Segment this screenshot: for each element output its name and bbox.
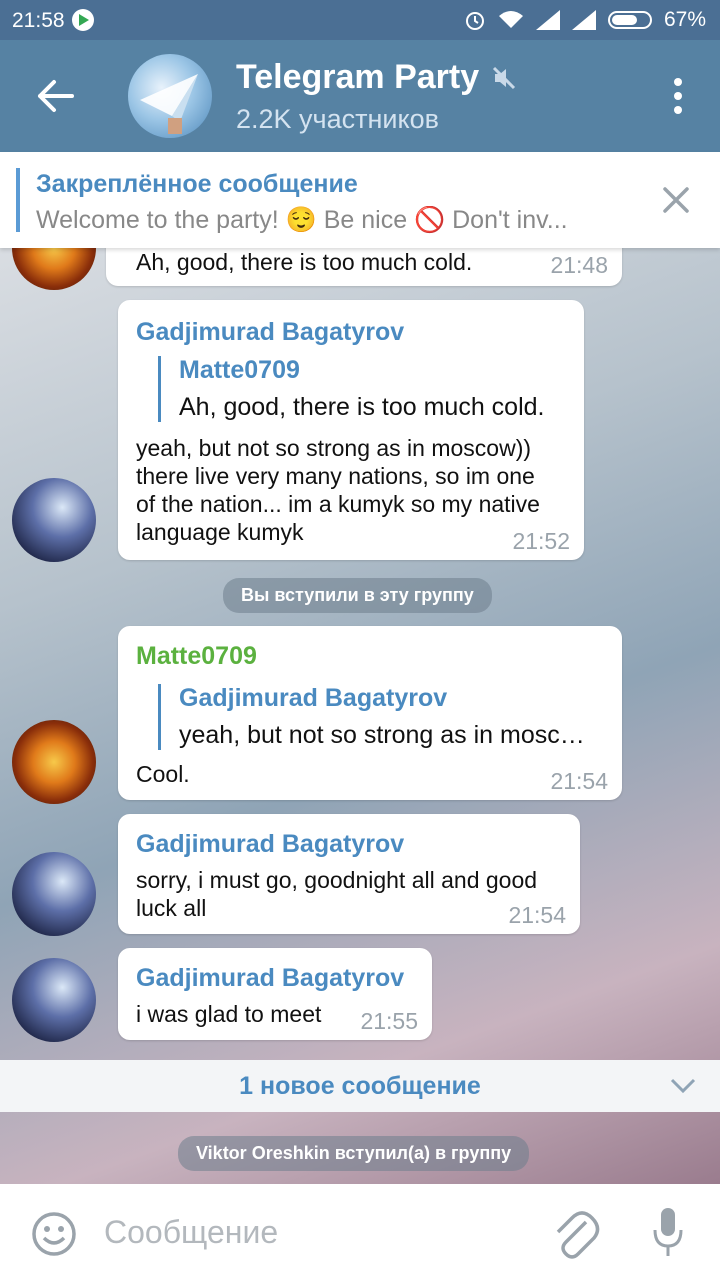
pinned-text: Welcome to the party! 😌 Be nice 🚫 Don't … — [36, 206, 568, 234]
avatar[interactable] — [12, 478, 96, 562]
message-time: 21:54 — [550, 768, 608, 794]
pinned-accent-bar — [16, 168, 20, 232]
chat-area[interactable]: Ah, good, there is too much cold. 21:48 … — [0, 248, 720, 1184]
message-input-bar: Сообщение — [0, 1184, 720, 1280]
chevron-down-icon[interactable] — [670, 1078, 696, 1094]
new-messages-label: 1 новое сообщение — [239, 1072, 481, 1100]
avatar[interactable] — [12, 248, 96, 290]
signal-icon-2 — [571, 10, 596, 30]
wifi-icon — [498, 11, 523, 28]
chat-title[interactable]: Telegram Party — [236, 58, 479, 97]
reply-text: Ah, good, there is too much cold. — [179, 393, 545, 421]
avatar[interactable] — [12, 852, 96, 936]
sender-name: Gadjimurad Bagatyrov — [136, 964, 405, 992]
emoji-icon[interactable] — [30, 1210, 78, 1258]
avatar[interactable] — [12, 720, 96, 804]
mute-icon — [492, 66, 516, 90]
message-bubble[interactable]: Gadjimurad Bagatyrov Matte0709 Ah, good,… — [118, 300, 584, 560]
avatar[interactable] — [12, 958, 96, 1042]
message-bubble[interactable]: Matte0709 Gadjimurad Bagatyrov yeah, but… — [118, 626, 622, 800]
service-message: Viktor Oreshkin вступил(а) в группу — [178, 1136, 530, 1171]
message-time: 21:55 — [360, 1008, 418, 1034]
message-text: Ah, good, there is too much cold. — [136, 249, 473, 275]
message-text: Cool. — [136, 761, 190, 787]
reply-name: Gadjimurad Bagatyrov — [179, 684, 448, 712]
battery-percent: 67% — [663, 8, 706, 31]
alarm-icon — [465, 12, 484, 30]
battery-icon — [607, 11, 652, 29]
chat-header: Telegram Party 2.2K участников — [0, 40, 720, 152]
message-text: yeah, but not so strong as in moscow)) t… — [136, 435, 540, 545]
message-bubble[interactable]: Gadjimurad Bagatyrov sorry, i must go, g… — [118, 814, 580, 934]
message-time: 21:48 — [550, 252, 608, 278]
status-time: 21:58 — [12, 9, 65, 32]
members-count: 2.2K участников — [236, 104, 439, 134]
sender-name: Matte0709 — [136, 642, 257, 670]
back-arrow-icon[interactable] — [36, 78, 76, 114]
message-text: sorry, i must go, goodnight all and good… — [136, 867, 538, 921]
message-bubble[interactable]: Gadjimurad Bagatyrov i was glad to meet … — [118, 948, 432, 1040]
message-input[interactable]: Сообщение — [104, 1214, 278, 1251]
message-time: 21:54 — [508, 902, 566, 928]
reply-name: Matte0709 — [179, 356, 300, 384]
reply-text: yeah, but not so strong as in mosc… — [179, 721, 585, 749]
new-messages-banner[interactable]: 1 новое сообщение — [0, 1060, 720, 1112]
message-bubble[interactable]: Ah, good, there is too much cold. 21:48 — [106, 248, 622, 286]
pinned-title: Закреплённое сообщение — [36, 170, 358, 198]
play-store-icon — [72, 9, 94, 31]
message-text: i was glad to meet — [136, 1001, 322, 1027]
group-avatar[interactable] — [128, 54, 212, 138]
reply-quote[interactable]: Gadjimurad Bagatyrov yeah, but not so st… — [158, 684, 607, 750]
status-bar: 21:58 67% — [0, 0, 720, 40]
microphone-icon[interactable] — [652, 1206, 684, 1260]
sender-name: Gadjimurad Bagatyrov — [136, 318, 405, 346]
close-icon[interactable] — [662, 186, 690, 214]
service-message: Вы вступили в эту группу — [223, 578, 492, 613]
sender-name: Gadjimurad Bagatyrov — [136, 830, 405, 858]
reply-quote[interactable]: Matte0709 Ah, good, there is too much co… — [158, 356, 569, 422]
attach-icon[interactable] — [552, 1208, 600, 1260]
message-time: 21:52 — [512, 528, 570, 554]
pinned-message[interactable]: Закреплённое сообщение Welcome to the pa… — [0, 152, 720, 248]
signal-icon — [535, 10, 560, 30]
more-menu-icon[interactable] — [672, 78, 684, 114]
